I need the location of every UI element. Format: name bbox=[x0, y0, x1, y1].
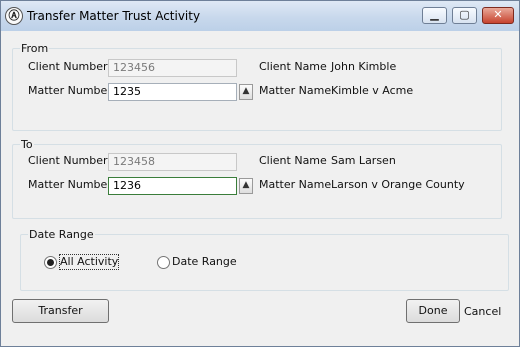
from-matter-number-label: Matter Number bbox=[28, 84, 112, 97]
to-legend: To bbox=[20, 138, 34, 151]
title-bar[interactable]: Ⓐ Transfer Matter Trust Activity ▁ ▢ ✕ bbox=[1, 1, 519, 31]
cancel-button[interactable]: Cancel bbox=[464, 305, 501, 319]
done-button[interactable]: Done bbox=[406, 299, 460, 323]
from-matter-name-label: Matter Name bbox=[259, 84, 332, 97]
to-matter-number-label: Matter Number bbox=[28, 178, 112, 191]
minimize-icon: ▁ bbox=[430, 8, 439, 21]
to-client-number-field: 123458 bbox=[108, 153, 237, 171]
close-button[interactable]: ✕ bbox=[482, 7, 514, 24]
to-client-name-label: Client Name bbox=[259, 154, 327, 167]
from-client-number-field: 123456 bbox=[108, 59, 237, 77]
date-range-radio[interactable] bbox=[157, 256, 170, 269]
to-client-name-value: Sam Larsen bbox=[331, 154, 396, 167]
transfer-button[interactable]: Transfer bbox=[12, 299, 109, 323]
maximize-button[interactable]: ▢ bbox=[452, 7, 477, 24]
to-matter-lookup-button[interactable]: ▲ bbox=[239, 178, 253, 194]
chevron-up-icon: ▲ bbox=[242, 180, 250, 190]
dialog-window: Ⓐ Transfer Matter Trust Activity ▁ ▢ ✕ F… bbox=[0, 0, 520, 347]
minimize-button[interactable]: ▁ bbox=[422, 7, 447, 24]
from-client-number-label: Client Number bbox=[28, 60, 108, 73]
date-range-label[interactable]: Date Range bbox=[172, 255, 237, 269]
from-matter-number-field[interactable]: 1235 bbox=[108, 83, 237, 101]
to-client-number-label: Client Number bbox=[28, 154, 108, 167]
window-title: Transfer Matter Trust Activity bbox=[27, 9, 201, 23]
all-activity-radio[interactable] bbox=[44, 256, 57, 269]
from-client-name-label: Client Name bbox=[259, 60, 327, 73]
radio-selected-dot bbox=[47, 259, 54, 266]
from-group: From Client Number 123456 Client Name Jo… bbox=[12, 42, 502, 131]
from-legend: From bbox=[20, 42, 50, 55]
chevron-up-icon: ▲ bbox=[242, 86, 250, 96]
to-group: To Client Number 123458 Client Name Sam … bbox=[12, 138, 502, 219]
maximize-icon: ▢ bbox=[459, 8, 470, 21]
to-matter-number-field[interactable]: 1236 bbox=[108, 177, 237, 195]
all-activity-label[interactable]: All Activity bbox=[58, 254, 120, 270]
to-matter-name-value: Larson v Orange County bbox=[331, 178, 465, 191]
close-icon: ✕ bbox=[493, 8, 503, 21]
date-range-legend: Date Range bbox=[28, 228, 95, 241]
app-icon: Ⓐ bbox=[5, 7, 23, 25]
from-matter-name-value: Kimble v Acme bbox=[331, 84, 414, 97]
to-matter-name-label: Matter Name bbox=[259, 178, 332, 191]
from-client-name-value: John Kimble bbox=[331, 60, 397, 73]
dialog-content: From Client Number 123456 Client Name Jo… bbox=[1, 31, 519, 346]
from-matter-lookup-button[interactable]: ▲ bbox=[239, 84, 253, 100]
date-range-group: Date Range All Activity Date Range bbox=[20, 228, 509, 291]
